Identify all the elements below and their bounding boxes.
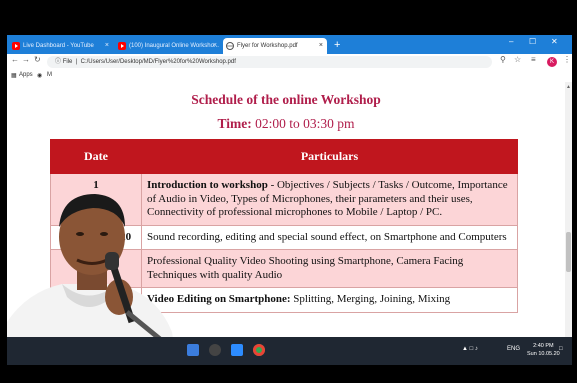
column-header-date: Date [50,139,142,174]
chrome-icon[interactable] [253,344,265,356]
browser-window: Live Dashboard - YouTube × (100) Inaugur… [7,35,572,365]
topic-text: Professional Quality Video Shooting usin… [147,255,464,281]
profile-avatar[interactable]: K [547,57,557,67]
url-separator: | [74,59,79,65]
time-label: Time: [217,116,252,131]
tab-youtube-dashboard[interactable]: Live Dashboard - YouTube × [9,38,113,54]
youtube-icon [12,42,20,50]
url-text: C:/Users/User/Desktop/MD/Flyer%20for%20W… [80,59,236,65]
tray-icons[interactable]: ▲ □ ♪ [462,346,478,352]
tab-label: Flyer for Workshop.pdf [237,43,298,49]
youtube-icon [118,42,126,50]
time-value: 02:00 to 03:30 pm [255,116,355,131]
info-icon: ⓘ [55,59,62,65]
apps-grid-icon: ▦ [11,73,17,79]
file-explorer-icon[interactable] [187,344,199,356]
vertical-scrollbar[interactable]: ▲ ▼ [565,82,572,365]
minimize-icon[interactable]: – [509,37,513,46]
bookmark-apps[interactable]: Apps [19,72,33,78]
close-window-icon[interactable]: ✕ [551,37,558,46]
tab-label: (100) Inaugural Online Worksho... [129,43,219,49]
obs-icon[interactable] [209,344,221,356]
clock-date: Sun 10.05.20 [527,351,560,357]
clock-time: 2:40 PM [533,343,554,349]
particulars-cell: Video Editing on Smartphone: Splitting, … [141,287,518,313]
table-header: Date Particulars [50,139,518,174]
system-clock[interactable]: 2:40 PM Sun 10.05.20 [527,342,560,358]
particulars-cell: Professional Quality Video Shooting usin… [141,249,518,288]
workshop-time: Time: 02:00 to 03:30 pm [7,116,565,132]
windows-taskbar: ▲ □ ♪ ENG 2:40 PM Sun 10.05.20 □ [7,337,572,365]
back-icon[interactable]: ← [11,55,19,64]
forward-icon[interactable]: → [22,55,30,64]
bookmarks-bar: ▦ Apps ◉ M [7,70,572,82]
particulars-cell: Introduction to workshop - Objectives / … [141,173,518,226]
zoom-app-icon[interactable] [231,344,243,356]
url-prefix: File [62,59,73,65]
new-tab-button[interactable]: + [334,38,340,52]
reading-list-icon[interactable]: ≡ [531,55,536,64]
topic-text: Sound recording, editing and special sou… [147,230,507,243]
tab-label: Live Dashboard - YouTube [23,43,94,49]
close-tab-icon[interactable]: × [105,38,109,54]
page-title: Schedule of the online Workshop [191,92,381,107]
topic-text: Splitting, Merging, Joining, Mixing [290,293,451,305]
close-tab-icon[interactable]: × [213,38,217,54]
zoom-icon[interactable]: ⚲ [500,55,506,64]
scroll-up-icon[interactable]: ▲ [566,84,571,90]
particulars-cell: Sound recording, editing and special sou… [141,224,518,250]
address-bar[interactable]: ⓘ File | C:/Users/User/Desktop/MD/Flyer%… [47,56,492,68]
globe-icon: ◉ [37,73,43,79]
globe-icon [226,42,234,50]
maximize-icon[interactable]: ☐ [529,37,536,46]
star-icon[interactable]: ☆ [514,55,521,64]
tab-youtube-workshop[interactable]: (100) Inaugural Online Worksho... × [115,38,221,54]
tab-strip: Live Dashboard - YouTube × (100) Inaugur… [7,35,572,54]
reload-icon[interactable]: ↻ [34,55,41,64]
notification-icon[interactable]: □ [559,346,563,352]
language-indicator[interactable]: ENG [507,346,520,352]
scroll-thumb[interactable] [566,232,571,272]
menu-icon[interactable]: ⋮ [563,55,571,64]
close-tab-icon[interactable]: × [319,38,323,54]
address-toolbar: ← → ↻ ⓘ File | C:/Users/User/Desktop/MD/… [7,54,572,71]
bookmark-m[interactable]: M [47,72,52,78]
column-header-particulars: Particulars [141,139,518,174]
tab-flyer-pdf[interactable]: Flyer for Workshop.pdf × [223,38,327,54]
